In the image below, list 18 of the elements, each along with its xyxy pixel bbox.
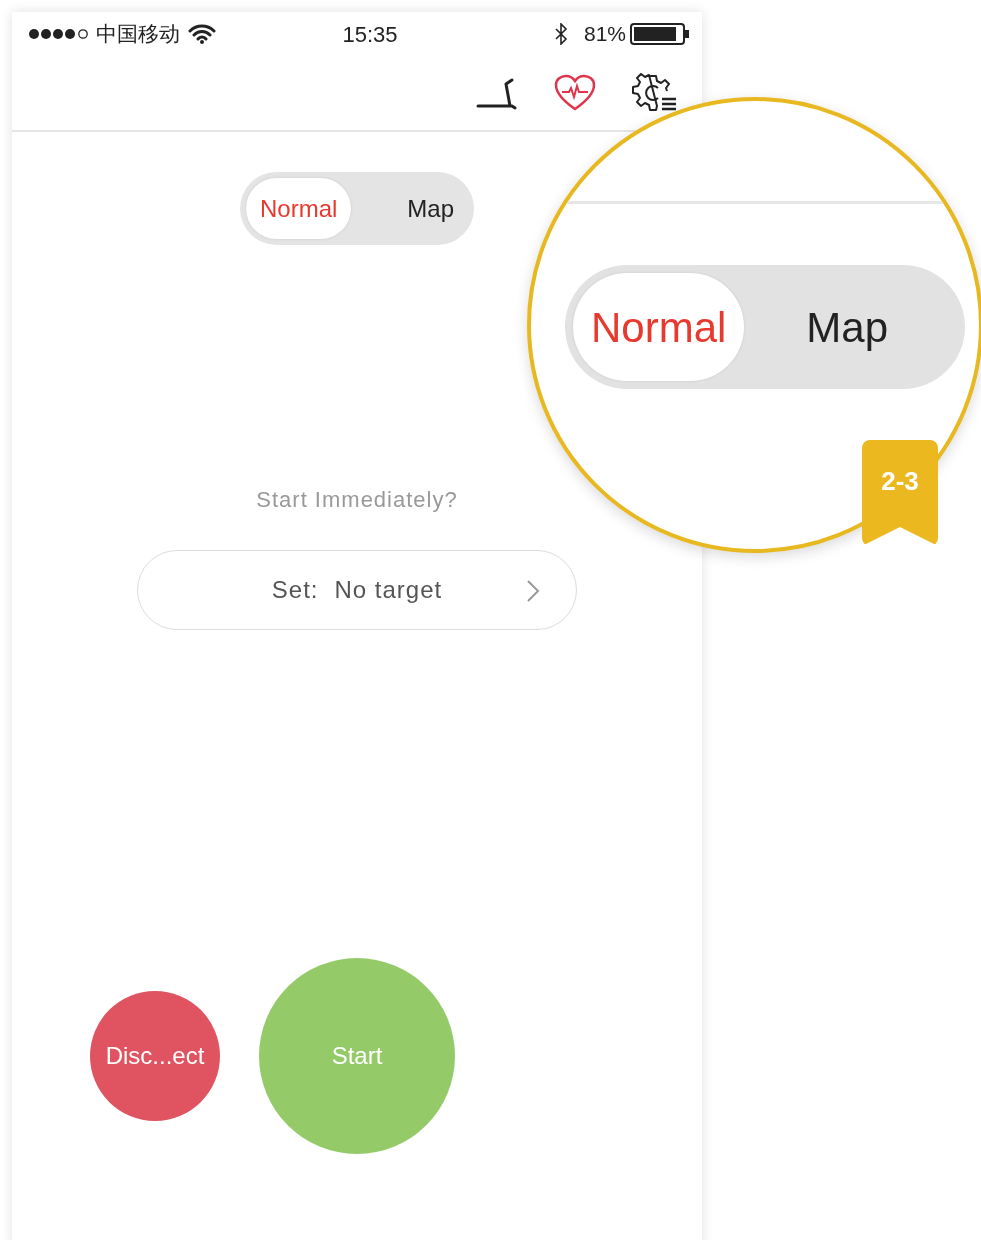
mode-tab[interactable]: Map [788,273,907,381]
wifi-icon [188,24,216,44]
chevron-icon [526,579,540,603]
start-prompt: Start Immediately? [255,486,459,514]
bluetooth-icon [553,23,568,45]
mode-tab[interactable]: Normal [573,273,745,381]
battery-percent: 81% [583,21,626,48]
carrier-name: 中国移动 [96,21,180,48]
settings-icon[interactable] [632,73,678,113]
mode-tab[interactable]: Normal [246,178,352,239]
mode-tab[interactable]: Map [393,178,468,239]
target-field[interactable]: Set: No target [137,550,577,630]
step-ribbon: 2-3 [862,440,938,546]
heart-rate-icon[interactable] [554,74,596,112]
treadmill-icon[interactable] [476,76,518,110]
battery-icon [630,23,690,45]
status-time: 15:35 [342,20,398,49]
disconnect-button[interactable]: Disc...ect [90,991,220,1121]
